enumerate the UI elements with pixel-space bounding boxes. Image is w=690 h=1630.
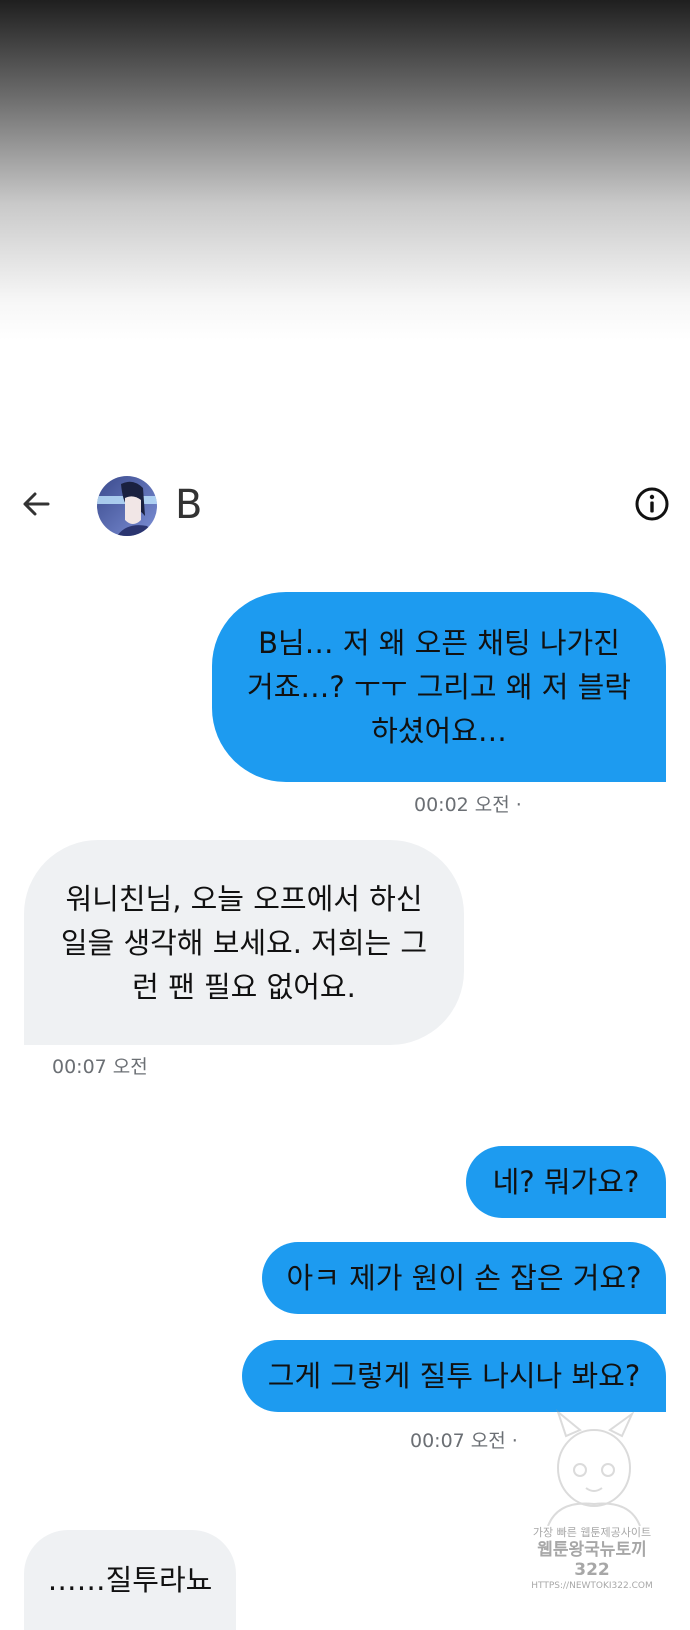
avatar-image bbox=[97, 476, 157, 536]
message-timestamp: 00:02 오전 · bbox=[414, 794, 522, 816]
watermark-text: 웹툰왕국뉴토끼322 bbox=[537, 1540, 647, 1580]
message-text: 네? 뭐가요? bbox=[492, 1165, 640, 1199]
message-text: 아ㅋ 제가 원이 손 잡은 거요? bbox=[286, 1261, 642, 1295]
message-bubble-sent[interactable]: 네? 뭐가요? bbox=[466, 1146, 666, 1218]
back-button[interactable] bbox=[14, 482, 58, 526]
info-button[interactable] bbox=[632, 484, 672, 524]
message-text: 하셨어요… bbox=[371, 714, 507, 748]
avatar[interactable] bbox=[97, 476, 157, 536]
message-bubble-received[interactable]: ……질투라뇨 bbox=[24, 1530, 236, 1630]
contact-name: B bbox=[175, 482, 203, 528]
message-timestamp: 00:07 오전 · bbox=[410, 1430, 518, 1452]
message-timestamp: 00:07 오전 bbox=[52, 1056, 148, 1078]
chat-header: B bbox=[0, 470, 690, 540]
message-bubble-sent[interactable]: 아ㅋ 제가 원이 손 잡은 거요? bbox=[262, 1242, 666, 1314]
watermark: 가장 빠른 웹툰제공사이트 웹툰왕국뉴토끼322 HTTPS://NEWTOKI… bbox=[522, 1408, 653, 1598]
info-circle-icon bbox=[635, 487, 669, 521]
message-bubble-received[interactable]: 워니친님, 오늘 오프에서 하신 일을 생각해 보세요. 저희는 그 런 팬 필… bbox=[24, 840, 464, 1045]
message-text: 워니친님, 오늘 오프에서 하신 bbox=[65, 881, 423, 916]
watermark-mascot-icon bbox=[547, 1409, 641, 1526]
message-text: 일을 생각해 보세요. 저희는 그 bbox=[60, 925, 428, 960]
message-text: ……질투라뇨 bbox=[47, 1563, 213, 1597]
arrow-left-icon bbox=[23, 492, 50, 516]
watermark-text: 가장 빠른 웹툰제공사이트 bbox=[532, 1526, 652, 1539]
top-gradient-panel bbox=[0, 0, 690, 340]
watermark-text: HTTPS://NEWTOKI322.COM bbox=[531, 1581, 653, 1591]
message-text: B님… 저 왜 오픈 채팅 나가진 bbox=[258, 626, 620, 660]
message-text: 그게 그렇게 질투 나시나 봐요? bbox=[267, 1359, 641, 1393]
message-bubble-sent[interactable]: 그게 그렇게 질투 나시나 봐요? bbox=[242, 1340, 666, 1412]
message-text: 런 팬 필요 없어요. bbox=[132, 969, 356, 1004]
message-text: 거죠…? ㅜㅜ 그리고 왜 저 블락 bbox=[247, 670, 631, 704]
message-bubble-sent[interactable]: B님… 저 왜 오픈 채팅 나가진 거죠…? ㅜㅜ 그리고 왜 저 블락 하셨어… bbox=[212, 592, 666, 782]
